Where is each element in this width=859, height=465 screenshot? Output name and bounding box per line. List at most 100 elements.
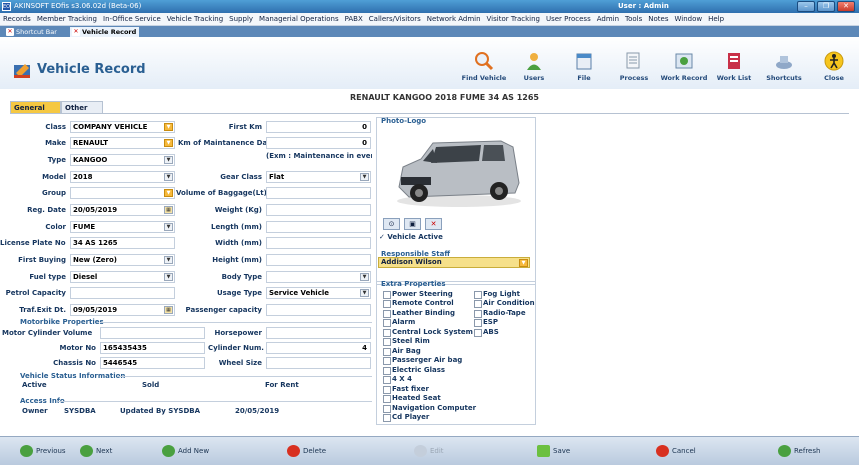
extra-checkbox[interactable]: Alarm [383,318,415,327]
chevron-down-icon[interactable]: ▼ [164,223,173,231]
camera-button[interactable]: ⊙ [383,218,400,230]
tab-general-info[interactable]: General Info [10,101,61,124]
extra-checkbox[interactable]: Radio-Tape [474,309,526,318]
chevron-down-icon[interactable]: ▼ [164,123,173,131]
first-buying-select[interactable]: New (Zero) ▼ [70,254,175,266]
passenger-field[interactable] [266,304,371,316]
extra-checkbox[interactable]: Power Steering [383,290,453,299]
menu-in-office-service[interactable]: In-Office Service [100,13,164,26]
view-photo-button[interactable]: ▣ [404,218,421,230]
motor-no-field[interactable]: 165435435 [100,342,205,354]
chevron-down-icon[interactable]: ▼ [164,156,173,164]
find-vehicle-button[interactable]: Find Vehicle [457,45,511,89]
color-select[interactable]: FUME ▼ [70,221,175,233]
length-field[interactable] [266,221,371,233]
cylinder-num-field[interactable]: 4 [266,342,371,354]
extra-checkbox[interactable]: Leather Binding [383,309,455,318]
menu-network-admin[interactable]: Network Admin [424,13,484,26]
extra-checkbox[interactable]: Heated Seat [383,394,441,403]
group-select[interactable]: ▼ [70,187,175,199]
chevron-down-icon[interactable]: ▼ [164,256,173,264]
usage-type-select[interactable]: Service Vehicle ▼ [266,287,371,299]
menu-visitor-tracking[interactable]: Visitor Tracking [484,13,543,26]
chevron-down-icon[interactable]: ▼ [360,273,369,281]
chevron-down-icon[interactable]: ▼ [164,139,173,147]
menu-managerial-operations[interactable]: Managerial Operations [256,13,342,26]
menu-supply[interactable]: Supply [226,13,256,26]
shortcuts-button[interactable]: Shortcuts [757,45,811,89]
baggage-field[interactable] [266,187,371,199]
file-button[interactable]: File [557,45,611,89]
fuel-select[interactable]: Diesel ▼ [70,271,175,283]
edit-button[interactable]: Edit [414,445,444,457]
save-button[interactable]: Save [537,445,570,457]
previous-button[interactable]: Previous [20,445,66,457]
tab-other-info[interactable]: Other Info [61,101,103,124]
model-select[interactable]: 2018 ▼ [70,171,175,183]
calendar-icon[interactable]: ▦ [164,206,173,214]
add-new-button[interactable]: Add New [162,445,209,457]
chevron-down-icon[interactable]: ▼ [360,289,369,297]
chassis-field[interactable]: 5446545 [100,357,205,369]
restore-button[interactable]: ❐ [817,1,835,12]
chevron-down-icon[interactable]: ▼ [164,173,173,181]
menu-notes[interactable]: Notes [645,13,671,26]
extra-checkbox[interactable]: Electric Glass [383,366,445,375]
extra-checkbox[interactable]: Central Lock System [383,328,473,337]
extra-checkbox[interactable]: Remote Control [383,299,454,308]
chevron-down-icon[interactable]: ▼ [164,273,173,281]
tab-shortcut-bar[interactable]: ✕ Shortcut Bar [4,27,60,37]
menu-callers-visitors[interactable]: Callers/Visitors [366,13,424,26]
extra-checkbox[interactable]: Navigation Computer [383,404,476,413]
menu-window[interactable]: Window [672,13,706,26]
close-tab-icon[interactable]: ✕ [72,28,80,36]
next-button[interactable]: Next [80,445,112,457]
extra-checkbox[interactable]: Passerger Air bag [383,356,462,365]
close-tab-icon[interactable]: ✕ [6,28,14,36]
minimize-button[interactable]: – [797,1,815,12]
chevron-down-icon[interactable]: ▼ [360,173,369,181]
cylinder-volume-field[interactable] [100,327,205,339]
extra-checkbox[interactable]: ESP [474,318,498,327]
menu-tools[interactable]: Tools [622,13,645,26]
make-select[interactable]: RENAULT ▼ [70,137,175,149]
extra-checkbox[interactable]: Air Condition [474,299,535,308]
extra-checkbox[interactable]: Steel Rim [383,337,430,346]
reg-date-field[interactable]: 20/05/2019 ▦ [70,204,175,216]
menu-admin[interactable]: Admin [594,13,622,26]
calendar-icon[interactable]: ▦ [164,306,173,314]
extra-checkbox[interactable]: ABS [474,328,499,337]
tab-vehicle-record[interactable]: ✕ Vehicle Record [70,27,140,37]
gear-select[interactable]: Flat ▼ [266,171,371,183]
type-select[interactable]: KANGOO ▼ [70,154,175,166]
vehicle-active-checkbox[interactable]: ✓ Vehicle Active [379,233,443,241]
menu-vehicle-tracking[interactable]: Vehicle Tracking [164,13,226,26]
chevron-down-icon[interactable]: ▼ [164,189,173,197]
refresh-button[interactable]: Refresh [778,445,820,457]
plate-field[interactable]: 34 AS 1265 [70,237,175,249]
menu-user-process[interactable]: User Process [543,13,594,26]
extra-checkbox[interactable]: Fog Light [474,290,520,299]
menu-pabx[interactable]: PABX [342,13,366,26]
km-maintenance-field[interactable]: 0 [266,137,371,149]
height-field[interactable] [266,254,371,266]
menu-help[interactable]: Help [705,13,727,26]
class-select[interactable]: COMPANY VEHICLE ▼ [70,121,175,133]
close-window-button[interactable]: ✕ [837,1,855,12]
width-field[interactable] [266,237,371,249]
petrol-field[interactable] [70,287,175,299]
extra-checkbox[interactable]: Cd Player [383,413,429,422]
close-button[interactable]: Close [807,45,859,89]
horsepower-field[interactable] [266,327,371,339]
delete-button[interactable]: Delete [287,445,326,457]
wheel-size-field[interactable] [266,357,371,369]
first-km-field[interactable]: 0 [266,121,371,133]
process-button[interactable]: Process [607,45,661,89]
weight-field[interactable] [266,204,371,216]
body-type-select[interactable]: ▼ [266,271,371,283]
extra-checkbox[interactable]: Air Bag [383,347,421,356]
work-list-button[interactable]: Work List [707,45,761,89]
extra-checkbox[interactable]: Fast fixer [383,385,429,394]
menu-member-tracking[interactable]: Member Tracking [34,13,100,26]
delete-photo-button[interactable]: ✕ [425,218,442,230]
